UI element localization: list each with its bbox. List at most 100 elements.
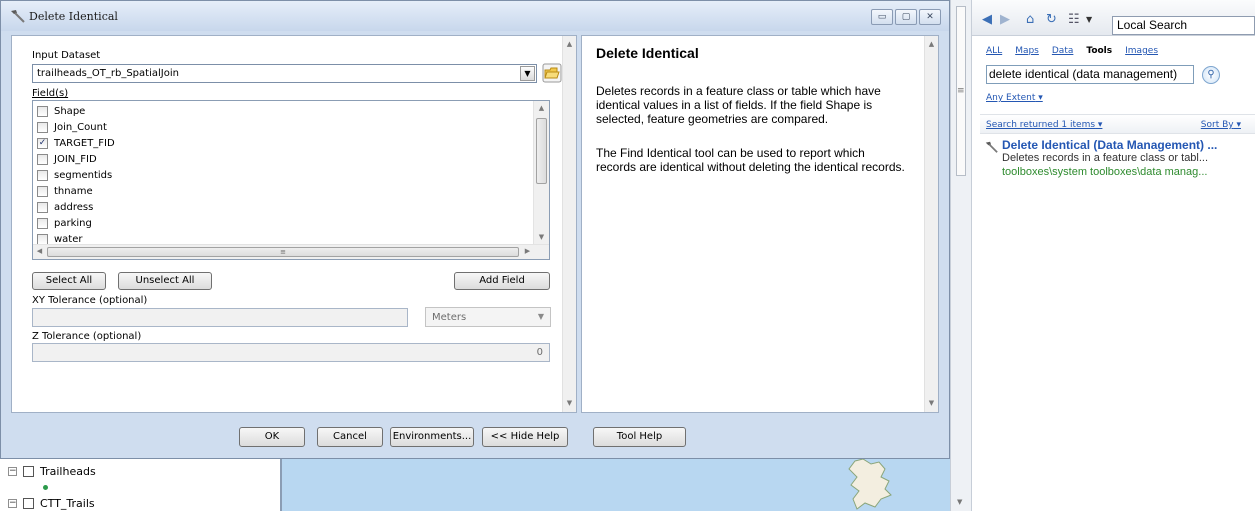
layer-visibility-checkbox[interactable] [23,466,34,477]
field-name: water [54,233,83,245]
point-symbol-icon [43,485,48,490]
cancel-button[interactable]: Cancel [317,427,383,447]
result-path[interactable]: toolboxes\system toolboxes\data manag... [1002,166,1252,178]
results-count-label: Search returned 1 items [986,120,1096,130]
scroll-up-icon[interactable]: ▲ [563,38,576,51]
xy-units-dropdown[interactable]: Meters ▼ [425,307,551,327]
layer-visibility-checkbox[interactable] [23,498,34,509]
parameters-pane: Input Dataset trailheads_OT_rb_SpatialJo… [11,35,577,413]
collapse-icon[interactable]: − [8,499,17,508]
dialog-titlebar[interactable]: Delete Identical ▭ ▢ ✕ [1,1,949,31]
field-checkbox[interactable] [37,153,48,165]
map-coastline-icon [848,459,892,510]
chevron-down-icon[interactable]: ▼ [520,66,535,81]
forward-arrow-icon[interactable]: ▶ [1000,12,1010,27]
environments-button[interactable]: Environments... [390,427,474,447]
field-checkbox[interactable] [37,105,48,117]
scroll-down-icon[interactable]: ▼ [535,231,548,244]
help-note: The Find Identical tool can be used to r… [596,146,905,174]
chevron-down-icon[interactable]: ▼ [1086,15,1092,24]
parameters-scrollbar[interactable]: ▲ ▼ [562,36,576,412]
field-checkbox[interactable] [37,169,48,181]
toc-layer-trailheads[interactable]: − Trailheads [8,465,96,478]
fields-vertical-scrollbar[interactable]: ▲ ▼ [533,101,549,245]
xy-tolerance-label: XY Tolerance (optional) [32,295,148,306]
field-name: segmentids [54,169,113,181]
extent-label: Any Extent [986,93,1036,103]
scroll-right-icon[interactable]: ▶ [521,245,534,258]
field-item[interactable]: Shape [37,103,85,119]
hammer-icon [11,10,25,23]
scroll-up-icon[interactable]: ▲ [925,38,938,51]
field-name: parking [54,217,92,229]
sort-by-dropdown[interactable]: Sort By ▾ [1201,120,1241,130]
scroll-thumb[interactable]: ≡ [47,247,519,257]
search-query: delete identical (data management) [989,67,1178,81]
toc-layer-ctt-trails[interactable]: − CTT_Trails [8,497,95,510]
field-item[interactable]: ✓ TARGET_FID [37,135,115,151]
field-checkbox[interactable] [37,185,48,197]
scroll-thumb[interactable] [536,118,547,184]
filter-maps[interactable]: Maps [1015,46,1039,56]
home-icon[interactable]: ⌂ [1026,12,1034,27]
extent-dropdown[interactable]: Any Extent ▾ [986,93,1043,103]
maximize-button[interactable]: ▢ [895,9,917,25]
search-window: ◀ ▶ ⌂ ↻ ☷ ▼ Local Search ALL Maps Data T… [972,0,1255,511]
field-checkbox[interactable] [37,233,48,245]
scroll-down-icon[interactable]: ▼ [563,397,576,410]
field-item[interactable]: Join_Count [37,119,107,135]
field-item[interactable]: segmentids [37,167,112,183]
tool-help-button[interactable]: Tool Help [593,427,686,447]
scroll-up-icon[interactable]: ▲ [535,102,548,115]
search-filter-bar: ALL Maps Data Tools Images [986,46,1158,56]
field-item[interactable]: parking [37,215,92,231]
chevron-down-icon[interactable]: ▼ [538,312,544,321]
xy-tolerance-input[interactable] [32,308,408,327]
field-name: Join_Count [54,121,107,133]
help-scrollbar[interactable]: ▲ ▼ [924,36,938,412]
field-name: address [54,201,94,213]
back-arrow-icon[interactable]: ◀ [982,12,992,27]
refresh-icon[interactable]: ↻ [1046,12,1057,27]
field-item[interactable]: JOIN_FID [37,151,97,167]
filter-all[interactable]: ALL [986,46,1002,56]
collapse-icon[interactable]: − [8,467,17,476]
field-item[interactable]: thname [37,183,93,199]
z-tolerance-input[interactable]: 0 [32,343,550,362]
field-name: JOIN_FID [54,153,97,165]
field-checkbox[interactable] [37,201,48,213]
local-search-dropdown[interactable]: Local Search [1112,16,1255,35]
input-dataset-value: trailheads_OT_rb_SpatialJoin [37,68,179,79]
window-splitter[interactable]: ≡ ▼ [950,0,972,511]
hide-help-button[interactable]: << Hide Help [482,427,568,447]
add-field-button[interactable]: Add Field [454,272,550,290]
view-options-icon[interactable]: ☷ [1068,12,1080,27]
search-icon[interactable]: ⚲ [1202,66,1220,84]
scroll-down-icon[interactable]: ▼ [925,397,938,410]
close-button[interactable]: ✕ [919,9,941,25]
fields-horizontal-scrollbar[interactable]: ◀ ≡ ▶ [33,244,549,259]
results-count-dropdown[interactable]: Search returned 1 items ▾ [986,120,1102,130]
filter-data[interactable]: Data [1052,46,1074,56]
z-tolerance-label: Z Tolerance (optional) [32,331,142,342]
input-dataset-dropdown[interactable]: trailheads_OT_rb_SpatialJoin ▼ [32,64,537,83]
field-item[interactable]: address [37,199,93,215]
field-checkbox-checked[interactable]: ✓ [37,137,48,149]
ok-button[interactable]: OK [239,427,305,447]
filter-tools[interactable]: Tools [1086,46,1112,56]
minimize-button[interactable]: ▭ [871,9,893,25]
scroll-left-icon[interactable]: ◀ [33,245,46,258]
unselect-all-button[interactable]: Unselect All [118,272,212,290]
field-checkbox[interactable] [37,217,48,229]
filter-images[interactable]: Images [1125,46,1158,56]
search-input[interactable]: delete identical (data management) [986,65,1194,84]
layer-name: CTT_Trails [40,497,95,510]
result-title-link[interactable]: Delete Identical (Data Management) ... [1002,138,1252,152]
field-checkbox[interactable] [37,121,48,133]
xy-units-value: Meters [432,312,467,323]
fields-checklist[interactable]: Shape Join_Count ✓ TARGET_FID JOIN_FID s… [32,100,550,260]
field-name: Shape [54,105,86,117]
scroll-down-icon[interactable]: ▼ [957,498,962,506]
open-folder-icon[interactable] [542,63,562,83]
select-all-button[interactable]: Select All [32,272,106,290]
